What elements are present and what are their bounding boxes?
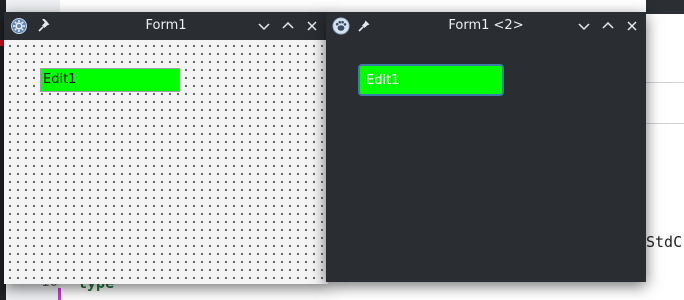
window-titlebar[interactable]: Form1 (4, 12, 328, 40)
edit1-field[interactable]: Edit1 (40, 68, 180, 92)
form1-designer-window: Form1 Edit1 (4, 12, 328, 284)
code-text-partial: StdC (646, 233, 683, 251)
editor-right-lines (646, 82, 684, 124)
close-button[interactable] (302, 16, 322, 36)
maximize-button[interactable] (598, 16, 618, 36)
editor-right-topbar (646, 0, 684, 14)
gutter-change-marker (58, 288, 61, 300)
window-titlebar[interactable]: Form1 <2> (326, 12, 646, 40)
close-button[interactable] (622, 16, 642, 36)
minimize-button[interactable] (254, 16, 274, 36)
maximize-button[interactable] (278, 16, 298, 36)
form-design-surface[interactable]: Edit1 (4, 40, 328, 284)
minimize-button[interactable] (574, 16, 594, 36)
edit1-field[interactable]: Edit1 (358, 64, 504, 96)
editor-right-area (646, 0, 684, 300)
form-client-area: Edit1 (326, 40, 646, 282)
form1-runtime-window: Form1 <2> Edit1 (326, 12, 646, 282)
